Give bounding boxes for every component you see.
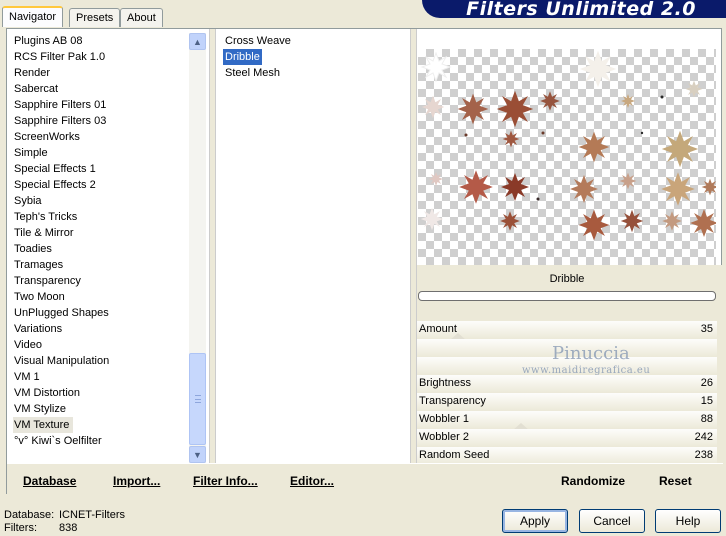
banner-title: Filters Unlimited 2.0 <box>466 0 696 18</box>
tab-presets[interactable]: Presets <box>69 8 121 27</box>
filter-info-button[interactable]: Filter Info... <box>193 474 258 488</box>
category-item[interactable]: UnPlugged Shapes <box>14 305 109 321</box>
title-banner: Filters Unlimited 2.0 <box>422 0 726 18</box>
category-item[interactable]: Special Effects 2 <box>14 177 96 193</box>
filter-list[interactable]: Cross Weave Dribble Steel Mesh <box>219 33 409 463</box>
param-brightness-slider[interactable]: Brightness 26 <box>417 375 717 393</box>
database-status-value: ICNET-Filters <box>59 509 125 521</box>
category-item[interactable]: Simple <box>14 145 48 161</box>
chevron-up-icon: ▲ <box>193 36 202 47</box>
category-item[interactable]: Tramages <box>14 257 63 273</box>
category-item[interactable]: Tile & Mirror <box>14 225 73 241</box>
category-item[interactable]: VM Stylize <box>14 401 66 417</box>
help-button[interactable]: Help <box>655 509 721 533</box>
editor-button[interactable]: Editor... <box>290 474 334 488</box>
category-item[interactable]: RCS Filter Pak 1.0 <box>14 49 105 65</box>
filters-status-value: 838 <box>59 522 78 534</box>
param-label: Transparency <box>419 395 486 407</box>
tab-navigator-label: Navigator <box>9 11 57 23</box>
category-item[interactable]: Two Moon <box>14 289 65 305</box>
param-value: 26 <box>700 377 713 389</box>
param-label: Brightness <box>419 377 471 389</box>
param-label: Random Seed <box>419 449 490 461</box>
category-item[interactable]: Visual Manipulation <box>14 353 109 369</box>
filter-item[interactable]: Steel Mesh <box>223 65 282 81</box>
progress-bar <box>418 291 716 301</box>
tab-navigator[interactable]: Navigator <box>2 6 64 27</box>
category-item[interactable]: Variations <box>14 321 62 337</box>
param-value: 35 <box>700 323 713 335</box>
category-item[interactable]: Sapphire Filters 03 <box>14 113 106 129</box>
randomize-button[interactable]: Randomize <box>561 474 625 488</box>
chevron-down-icon: ▼ <box>193 449 202 460</box>
category-item[interactable]: °v° Kiwi`s Oelfilter <box>14 433 102 449</box>
filter-item[interactable]: Cross Weave <box>223 33 293 49</box>
param-value: 242 <box>694 431 713 443</box>
param-label: Wobbler 2 <box>419 431 469 443</box>
category-item[interactable]: Transparency <box>14 273 81 289</box>
param-amount-slider[interactable]: Amount 35 <box>417 321 717 340</box>
param-transparency-slider[interactable]: Transparency 15 <box>417 393 717 411</box>
splatter-preview-graphic <box>420 50 716 241</box>
tab-presets-label: Presets <box>76 12 114 24</box>
category-item-selected[interactable]: VM Texture <box>13 417 74 433</box>
category-list[interactable]: Plugins AB 08 RCS Filter Pak 1.0 Render … <box>7 29 207 463</box>
param-value: 15 <box>700 395 713 407</box>
filters-status-label: Filters: <box>4 522 37 534</box>
import-button[interactable]: Import... <box>113 474 160 488</box>
category-item[interactable]: Sybia <box>14 193 42 209</box>
tab-about-label: About <box>127 12 156 24</box>
category-item[interactable]: Sabercat <box>14 81 58 97</box>
tab-about[interactable]: About <box>120 8 163 27</box>
grip-icon <box>195 395 201 403</box>
param-wobbler1-slider[interactable]: Wobbler 1 88 <box>417 411 717 430</box>
category-item[interactable]: Video <box>14 337 42 353</box>
watermark-url: www.maidiregrafica.eu <box>522 365 651 376</box>
watermark-name: Pinuccia <box>552 343 630 364</box>
param-value: 238 <box>694 449 713 461</box>
category-item[interactable]: Toadies <box>14 241 52 257</box>
category-item[interactable]: VM Distortion <box>14 385 80 401</box>
list-splitter[interactable] <box>209 29 216 463</box>
database-status-label: Database: <box>4 509 55 521</box>
bottom-toolbar: Database Import... Filter Info... Editor… <box>7 463 723 495</box>
preview-image <box>418 49 716 265</box>
category-item[interactable]: Sapphire Filters 01 <box>14 97 106 113</box>
scroll-thumb[interactable] <box>189 353 206 445</box>
param-wobbler2-slider[interactable]: Wobbler 2 242 <box>417 429 717 447</box>
main-panel: Plugins AB 08 RCS Filter Pak 1.0 Render … <box>6 28 723 495</box>
category-scrollbar[interactable]: ▲ ▼ <box>189 33 206 463</box>
category-item[interactable]: Render <box>14 65 50 81</box>
panel-splitter[interactable] <box>410 29 417 495</box>
database-button[interactable]: Database <box>23 474 76 488</box>
category-item[interactable]: Plugins AB 08 <box>14 33 83 49</box>
reset-button[interactable]: Reset <box>659 474 692 488</box>
apply-button[interactable]: Apply <box>502 509 568 533</box>
category-item[interactable]: Teph's Tricks <box>14 209 77 225</box>
category-item[interactable]: ScreenWorks <box>14 129 80 145</box>
category-item[interactable]: Special Effects 1 <box>14 161 96 177</box>
param-value: 88 <box>700 413 713 425</box>
scroll-up-button[interactable]: ▲ <box>189 33 206 50</box>
preview-filter-name: Dribble <box>549 273 585 285</box>
filter-item-selected[interactable]: Dribble <box>223 49 262 65</box>
cancel-button[interactable]: Cancel <box>579 509 645 533</box>
scroll-down-button[interactable]: ▼ <box>189 446 206 463</box>
category-item[interactable]: VM 1 <box>14 369 40 385</box>
param-label: Wobbler 1 <box>419 413 469 425</box>
